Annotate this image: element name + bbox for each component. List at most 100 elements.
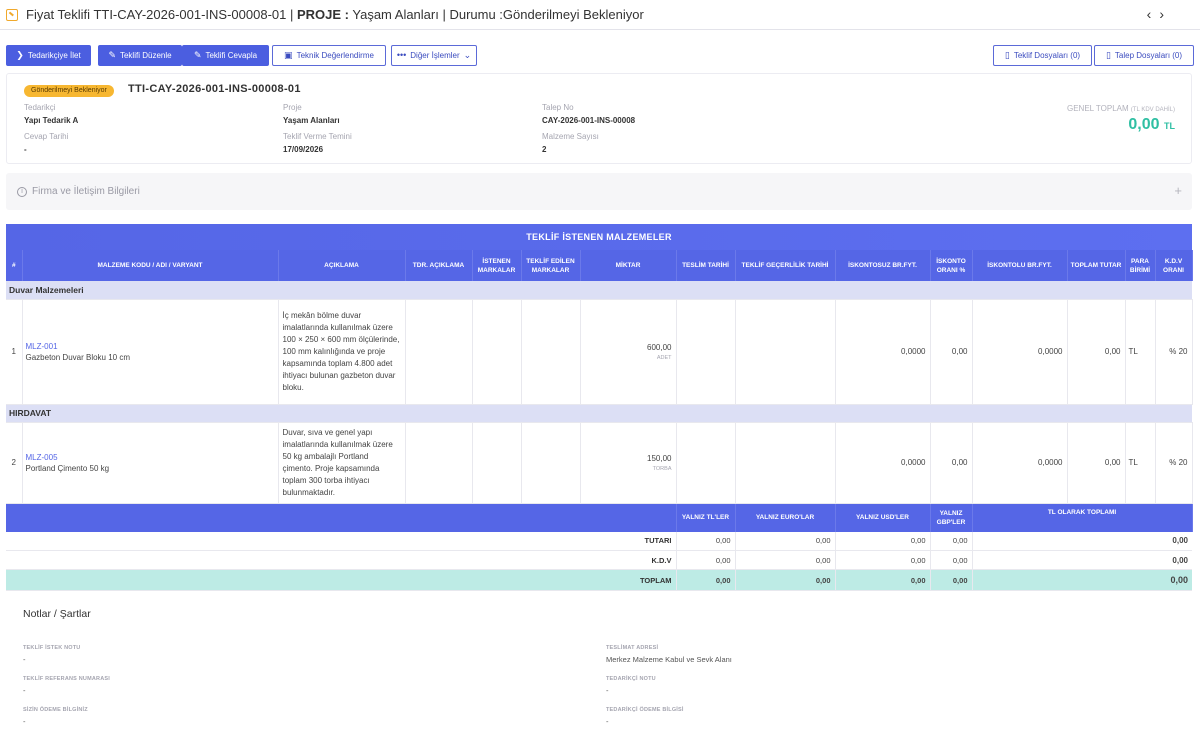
edit-icon: ✎	[193, 50, 202, 60]
totals-eur-value: 0,00	[735, 569, 836, 591]
col-currency: PARA BİRİMİ	[1125, 250, 1156, 281]
col-validity-date: TEKLİF GEÇERLİLİK TARİHİ	[735, 250, 836, 281]
supplier-description-cell[interactable]	[405, 422, 473, 504]
totals-eur-value: 0,00	[735, 550, 836, 570]
totals-col-usd: YALNIZ USD'LER	[835, 503, 931, 532]
title-prefix: Fiyat Teklifi	[26, 7, 91, 22]
reply-offer-button[interactable]: ✎ Teklifi Cevapla	[182, 45, 269, 66]
status-badge: Gönderilmeyi Bekleniyor	[24, 85, 114, 97]
firm-contact-accordion[interactable]: i Firma ve İletişim Bilgileri +	[6, 173, 1192, 210]
request-no-value: CAY-2026-001-INS-00008	[542, 116, 636, 125]
unit-price-cell[interactable]: 0,0000	[835, 422, 931, 504]
validity-date-cell[interactable]	[735, 299, 836, 405]
request-files-button[interactable]: ▯ Talep Dosyaları (0)	[1094, 45, 1194, 66]
totals-usd-value: 0,00	[835, 531, 931, 551]
col-total: TOPLAM TUTAR	[1067, 250, 1126, 281]
grand-total-amount: 0,00	[1128, 116, 1160, 133]
delivery-address-value: Merkez Malzeme Kabul ve Sevk Alanı	[606, 655, 732, 664]
supplier-description-cell[interactable]	[405, 299, 473, 405]
totals-tl-value: 0,00	[676, 550, 736, 570]
totals-gbp-value: 0,00	[930, 550, 973, 570]
quantity-unit: ADET	[656, 354, 672, 361]
send-to-supplier-button[interactable]: ❯ Tedarikçiye İlet	[6, 45, 91, 66]
technical-evaluation-button[interactable]: ▣ Teknik Değerlendirme	[272, 45, 386, 66]
discounted-price-cell: 0,0000	[972, 299, 1068, 405]
request-note-label: TEKLİF İSTEK NOTU	[23, 645, 81, 651]
technical-evaluation-label: Teknik Değerlendirme	[296, 51, 374, 60]
delivery-date-cell[interactable]	[676, 422, 736, 504]
reference-no-label: TEKLİF REFERANS NUMARASI	[23, 676, 110, 682]
title-project-label: PROJE :	[296, 7, 349, 22]
title-bar: Fiyat Teklifi TTI-CAY-2026-001-INS-00008…	[0, 0, 1200, 30]
reply-offer-label: Teklifi Cevapla	[205, 51, 258, 60]
chevron-down-icon: ⌄	[463, 50, 472, 60]
totals-usd-value: 0,00	[835, 550, 931, 570]
request-note-value: -	[23, 655, 26, 664]
col-discounted-price: İSKONTOLU BR.FYT.	[972, 250, 1068, 281]
offer-files-label: Teklif Dosyaları (0)	[1013, 51, 1081, 60]
totals-row-vat: K.D.V 0,00 0,00 0,00 0,00 0,00	[6, 550, 1192, 570]
material-name: Gazbeton Duvar Bloku 10 cm	[25, 352, 131, 362]
title-project-status: Yaşam Alanları | Durumu :Gönderilmeyi Be…	[349, 7, 644, 22]
reply-date-label: Cevap Tarihi	[24, 132, 69, 141]
vat-rate-cell[interactable]: % 20	[1155, 422, 1193, 504]
validity-date-cell[interactable]	[735, 422, 836, 504]
material-code-link[interactable]: MLZ-001	[26, 342, 278, 351]
quantity-cell: 150,00 TORBA	[580, 422, 677, 504]
offer-files-button[interactable]: ▯ Teklif Dosyaları (0)	[993, 45, 1092, 66]
action-toolbar: ❯ Tedarikçiye İlet ✎ Teklifi Düzenle ✎ T…	[6, 45, 1194, 66]
other-actions-dropdown[interactable]: ••• Diğer İşlemler ⌄	[391, 45, 477, 66]
col-offered-brands: TEKLİF EDİLEN MARKALAR	[521, 250, 581, 281]
ellipsis-icon: •••	[396, 50, 407, 60]
discount-rate-cell[interactable]: 0,00	[930, 422, 973, 504]
table-row: 1 MLZ-001 Gazbeton Duvar Bloku 10 cm İç …	[6, 299, 1193, 405]
document-edit-icon	[6, 8, 18, 21]
payment-info-value: -	[23, 717, 26, 726]
totals-row-label: K.D.V	[6, 550, 677, 570]
materials-grid: # MALZEME KODU / ADI / VARYANT AÇIKLAMA …	[6, 250, 1193, 504]
col-quantity: MİKTAR	[580, 250, 677, 281]
total-cell: 0,00	[1067, 299, 1126, 405]
material-count-label: Malzeme Sayısı	[542, 132, 599, 141]
edit-offer-label: Teklifi Düzenle	[119, 51, 172, 60]
payment-info-label: SİZİN ÖDEME BİLGİNİZ	[23, 707, 88, 713]
chevron-right-icon[interactable]: ›	[1159, 7, 1164, 21]
chevron-left-icon[interactable]: ‹	[1147, 7, 1152, 21]
delivery-address-label: TESLİMAT ADRESİ	[606, 645, 659, 651]
chevron-right-icon: ❯	[16, 50, 24, 60]
material-code-link[interactable]: MLZ-005	[26, 453, 278, 462]
totals-row-grand: TOPLAM 0,00 0,00 0,00 0,00 0,00	[6, 569, 1192, 591]
col-unit-price: İSKONTOSUZ BR.FYT.	[835, 250, 931, 281]
vat-rate-cell[interactable]: % 20	[1155, 299, 1193, 405]
totals-gbp-value: 0,00	[930, 531, 973, 551]
table-row: 2 MLZ-005 Portland Çimento 50 kg Duvar, …	[6, 422, 1193, 504]
grand-total-label-text: GENEL TOPLAM	[1066, 104, 1129, 113]
reply-date-value: -	[24, 145, 27, 154]
currency-cell[interactable]: TL	[1125, 422, 1156, 504]
discounted-price-cell: 0,0000	[972, 422, 1068, 504]
supplier-label: Tedarikçi	[24, 103, 56, 112]
material-description: İç mekân bölme duvar imalatlarında kulla…	[278, 299, 406, 405]
currency-cell[interactable]: TL	[1125, 299, 1156, 405]
offered-brands-cell[interactable]	[521, 299, 581, 405]
notes-section: Notlar / Şartlar TEKLİF İSTEK NOTU - TEK…	[6, 600, 1192, 740]
edit-offer-button[interactable]: ✎ Teklifi Düzenle	[98, 45, 182, 66]
material-name: Portland Çimento 50 kg	[25, 463, 110, 473]
offered-brands-cell[interactable]	[521, 422, 581, 504]
materials-table-title: TEKLİF İSTENEN MALZEMELER	[6, 224, 1192, 250]
plus-icon[interactable]: +	[1174, 184, 1182, 197]
discount-rate-cell[interactable]: 0,00	[930, 299, 973, 405]
requested-brands-cell	[472, 422, 522, 504]
grand-total-label: GENEL TOPLAM (TL KDV DAHİL)	[1067, 104, 1175, 113]
total-cell: 0,00	[1067, 422, 1126, 504]
totals-col-eur: YALNIZ EURO'LAR	[735, 503, 836, 532]
supplier-payment-label: TEDARİKÇİ ÖDEME BİLGİSİ	[606, 707, 684, 713]
unit-price-cell[interactable]: 0,0000	[835, 299, 931, 405]
delivery-date-cell[interactable]	[676, 299, 736, 405]
totals-row-label: TUTARI	[6, 531, 677, 551]
request-files-label: Talep Dosyaları (0)	[1114, 51, 1183, 60]
totals-col-tl: YALNIZ TL'LER	[676, 503, 736, 532]
supplier-payment-value: -	[606, 717, 609, 726]
col-discount-rate: İSKONTO ORANI %	[930, 250, 973, 281]
send-to-supplier-label: Tedarikçiye İlet	[27, 51, 81, 60]
